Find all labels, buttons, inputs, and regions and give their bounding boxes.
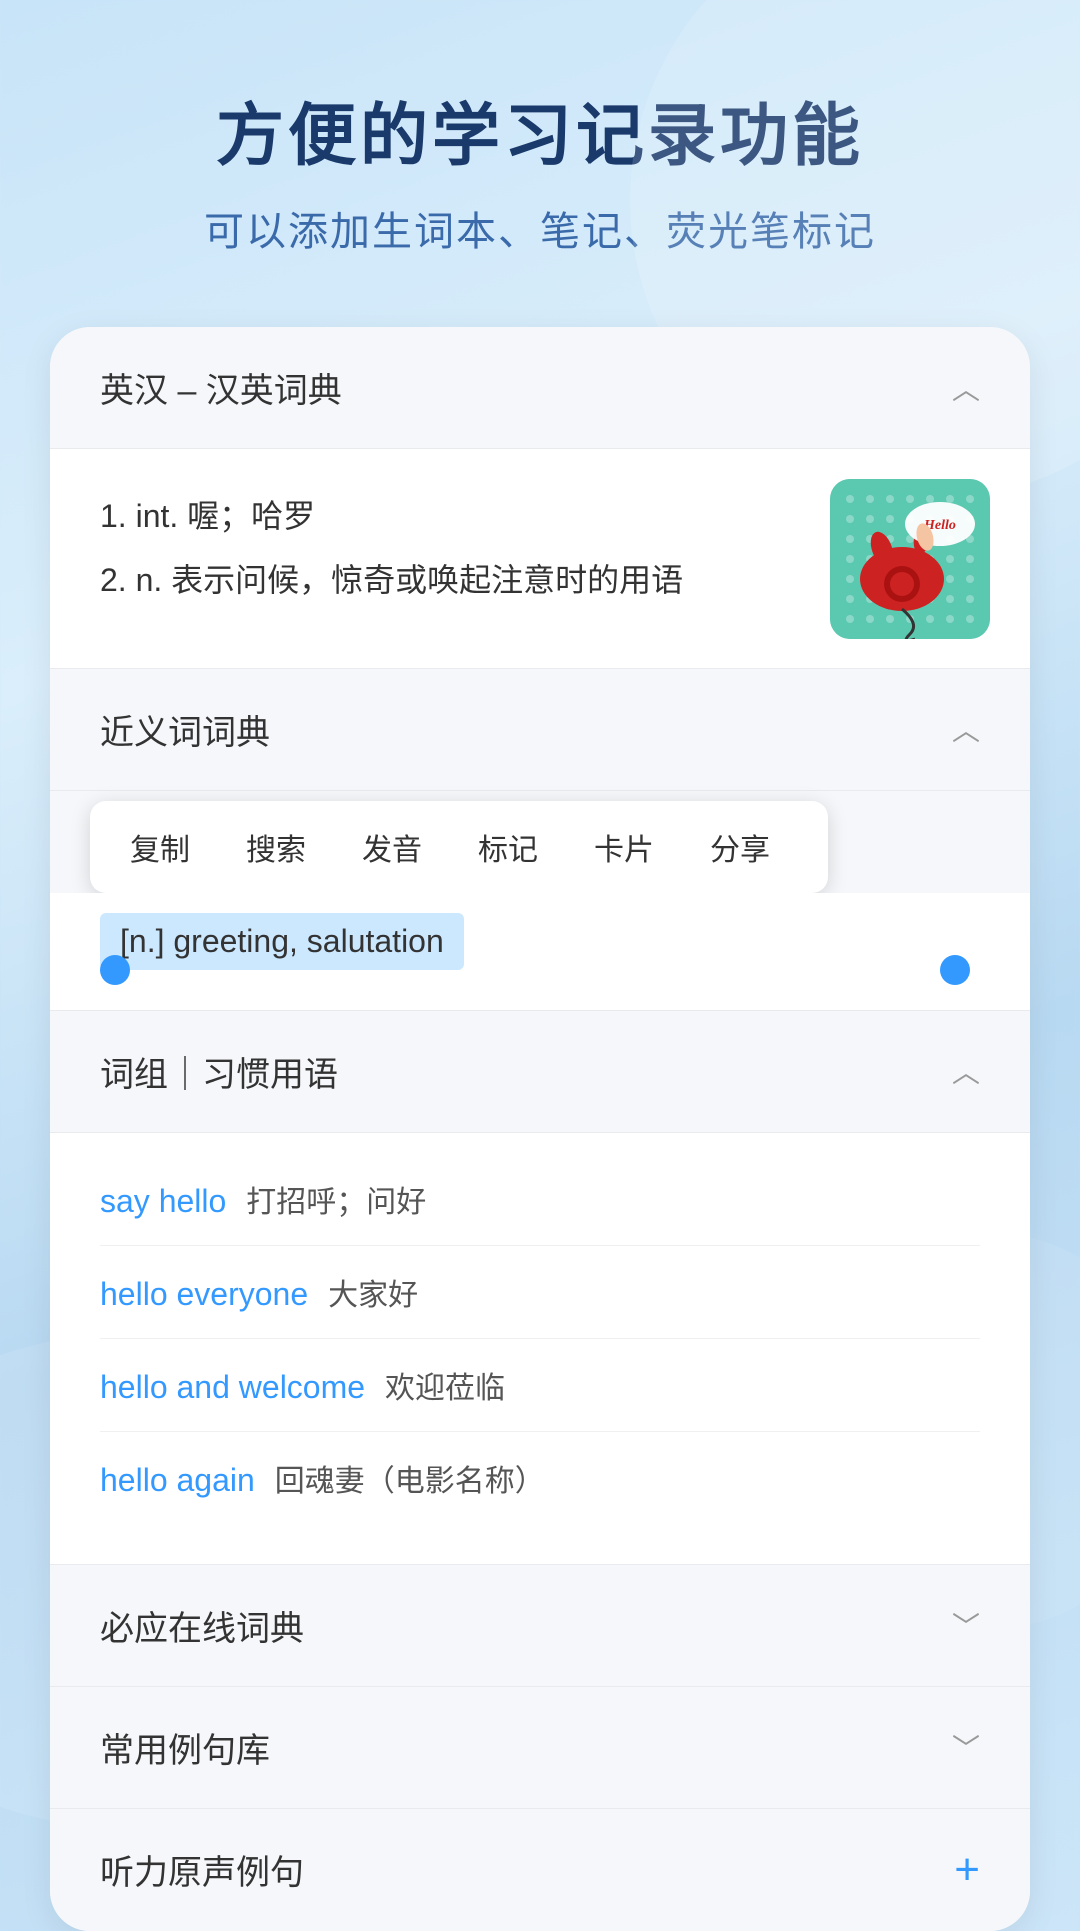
phrases-section: 词组｜习惯用语 ︿ say hello 打招呼；问好 hello everyon…	[50, 1010, 1030, 1564]
dict-entry-2: 2. n. 表示问候，惊奇或唤起注意时的用语	[100, 553, 790, 607]
dictionary-content: Hello 1. int. 喔；哈罗 2. n. 表示问候，惊奇或唤起注意时的用…	[50, 449, 1030, 668]
online-dict-section-header[interactable]: 必应在线词典 ﹀	[50, 1564, 1030, 1686]
entry-2-index: 2.	[100, 562, 136, 598]
hello-image: Hello	[830, 479, 990, 639]
synonym-content: [n.] greeting, salutation	[50, 893, 1030, 1010]
phrases-section-header[interactable]: 词组｜习惯用语 ︿	[50, 1010, 1030, 1133]
dictionary-section-title: 英汉 – 汉英词典	[100, 363, 342, 412]
listening-plus-icon[interactable]: +	[954, 1845, 980, 1895]
phrase-3-chinese: 欢迎莅临	[385, 1363, 505, 1407]
context-menu-pronounce[interactable]: 发音	[334, 825, 450, 869]
online-dict-chevron-down-icon: ﹀	[952, 1605, 980, 1645]
context-menu: 复制 搜索 发音 标记 卡片 分享	[90, 801, 828, 893]
selection-handle-left	[100, 955, 130, 985]
context-menu-mark[interactable]: 标记	[450, 825, 566, 869]
main-card: 英汉 – 汉英词典 ︿	[50, 327, 1030, 1931]
phrase-4-chinese: 回魂妻（电影名称）	[275, 1456, 545, 1500]
entry-1-type: int.	[136, 498, 188, 534]
listening-title: 听力原声例句	[100, 1845, 304, 1894]
page-title: 方便的学习记录功能	[60, 80, 1020, 179]
synonyms-section-title: 近义词词典	[100, 705, 270, 754]
context-menu-search[interactable]: 搜索	[218, 825, 334, 869]
synonyms-section: 近义词词典 ︿ 复制 搜索 发音 标记 卡片 分享 [n.] greeting,…	[50, 668, 1030, 1010]
phrase-item-4[interactable]: hello again 回魂妻（电影名称）	[100, 1432, 980, 1524]
phrase-item-1[interactable]: say hello 打招呼；问好	[100, 1153, 980, 1246]
synonyms-section-header[interactable]: 近义词词典 ︿	[50, 668, 1030, 791]
selected-text-row: [n.] greeting, salutation	[100, 903, 980, 980]
entry-1-def: 喔；哈罗	[187, 498, 315, 534]
dictionary-chevron-up-icon: ︿	[952, 368, 980, 408]
phrase-2-chinese: 大家好	[328, 1270, 418, 1314]
phrases-section-title: 词组｜习惯用语	[100, 1047, 338, 1096]
context-menu-share[interactable]: 分享	[682, 825, 798, 869]
selection-handle-right	[940, 955, 970, 985]
context-menu-card[interactable]: 卡片	[566, 825, 682, 869]
entry-2-type: n.	[136, 562, 172, 598]
context-menu-copy[interactable]: 复制	[120, 825, 218, 869]
example-sentences-section-header[interactable]: 常用例句库 ﹀	[50, 1686, 1030, 1808]
phrase-3-english: hello and welcome	[100, 1369, 365, 1406]
synonyms-chevron-up-icon: ︿	[952, 709, 980, 749]
online-dict-title: 必应在线词典	[100, 1601, 304, 1650]
entry-1-index: 1.	[100, 498, 136, 534]
listening-section-header[interactable]: 听力原声例句 +	[50, 1808, 1030, 1931]
dictionary-section-header[interactable]: 英汉 – 汉英词典 ︿	[50, 327, 1030, 449]
entry-2-def: 表示问候，惊奇或唤起注意时的用语	[171, 562, 683, 598]
phrases-content: say hello 打招呼；问好 hello everyone 大家好 hell…	[50, 1133, 1030, 1564]
page-subtitle: 可以添加生词本、笔记、荧光笔标记	[60, 199, 1020, 257]
phrases-chevron-up-icon: ︿	[952, 1051, 980, 1091]
phrase-2-english: hello everyone	[100, 1276, 308, 1313]
phrase-1-english: say hello	[100, 1183, 226, 1220]
page-header: 方便的学习记录功能 可以添加生词本、笔记、荧光笔标记	[0, 0, 1080, 297]
phrase-1-chinese: 打招呼；问好	[246, 1177, 426, 1221]
example-sentences-chevron-down-icon: ﹀	[952, 1727, 980, 1767]
selected-synonym-text[interactable]: [n.] greeting, salutation	[100, 913, 464, 970]
phrase-4-english: hello again	[100, 1462, 255, 1499]
example-sentences-title: 常用例句库	[100, 1723, 270, 1772]
phrase-item-2[interactable]: hello everyone 大家好	[100, 1246, 980, 1339]
phrase-item-3[interactable]: hello and welcome 欢迎莅临	[100, 1339, 980, 1432]
